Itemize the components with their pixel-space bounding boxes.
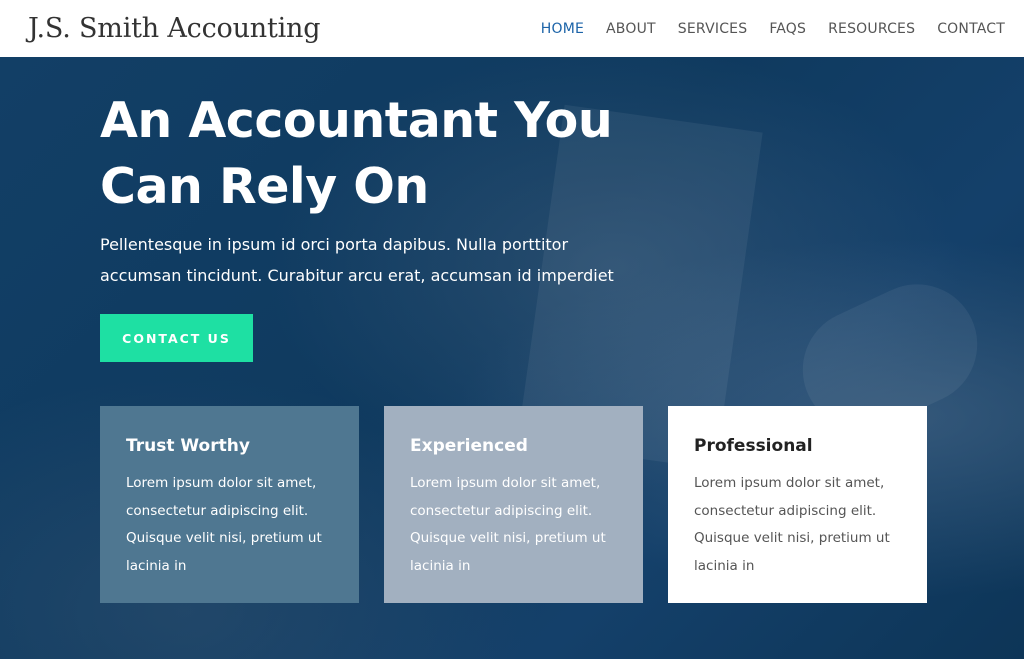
card-text-line: lacinia in [410,557,471,574]
hero-section: An Accountant You Can Rely On Pellentesq… [0,57,1024,659]
card-text-line: Lorem ipsum dolor sit amet, [694,475,885,491]
feature-card-trust-worthy: Trust Worthy Lorem ipsum dolor sit amet,… [100,406,359,603]
nav-item-home[interactable]: HOME [541,21,584,37]
feature-card-professional: Professional Lorem ipsum dolor sit amet,… [668,406,927,603]
hero-title-line-1: An Accountant You [100,92,613,149]
nav-item-contact[interactable]: CONTACT [937,21,1005,37]
card-title: Professional [694,436,813,456]
site-header: J.S. Smith Accounting HOME ABOUT SERVICE… [0,0,1024,57]
card-title: Trust Worthy [126,436,250,456]
card-text: Lorem ipsum dolor sit amet, consectetur … [694,470,901,580]
nav-item-about[interactable]: ABOUT [606,21,656,37]
card-text-line: Quisque velit nisi, pretium ut [126,530,322,546]
card-text-line: Lorem ipsum dolor sit amet, [126,475,317,491]
contact-us-button[interactable]: CONTACT US [100,314,253,362]
nav-item-faqs[interactable]: FAQS [769,21,806,37]
card-text-line: Quisque velit nisi, pretium ut [694,530,890,546]
card-text-line: consectetur adipiscing elit. [126,502,309,519]
main-nav: HOME ABOUT SERVICES FAQS RESOURCES CONTA… [541,21,1005,37]
hero-title-line-2: Can Rely On [100,158,429,215]
card-text-line: lacinia in [694,557,755,574]
hero-title: An Accountant You Can Rely On [100,88,660,220]
hero-subtitle-line-1: Pellentesque in ipsum id orci porta dapi… [100,235,569,254]
card-text: Lorem ipsum dolor sit amet, consectetur … [126,470,333,580]
hero-subtitle: Pellentesque in ipsum id orci porta dapi… [100,229,660,291]
hero-subtitle-line-2: accumsan tincidunt. Curabitur arcu erat,… [100,266,614,285]
card-text-line: Quisque velit nisi, pretium ut [410,530,606,546]
site-logo[interactable]: J.S. Smith Accounting [28,13,321,44]
nav-item-services[interactable]: SERVICES [678,21,748,37]
nav-item-resources[interactable]: RESOURCES [828,21,915,37]
card-text: Lorem ipsum dolor sit amet, consectetur … [410,470,617,580]
feature-card-experienced: Experienced Lorem ipsum dolor sit amet, … [384,406,643,603]
card-title: Experienced [410,436,528,456]
card-text-line: consectetur adipiscing elit. [410,502,593,519]
card-text-line: consectetur adipiscing elit. [694,502,877,519]
card-text-line: Lorem ipsum dolor sit amet, [410,475,601,491]
card-text-line: lacinia in [126,557,187,574]
